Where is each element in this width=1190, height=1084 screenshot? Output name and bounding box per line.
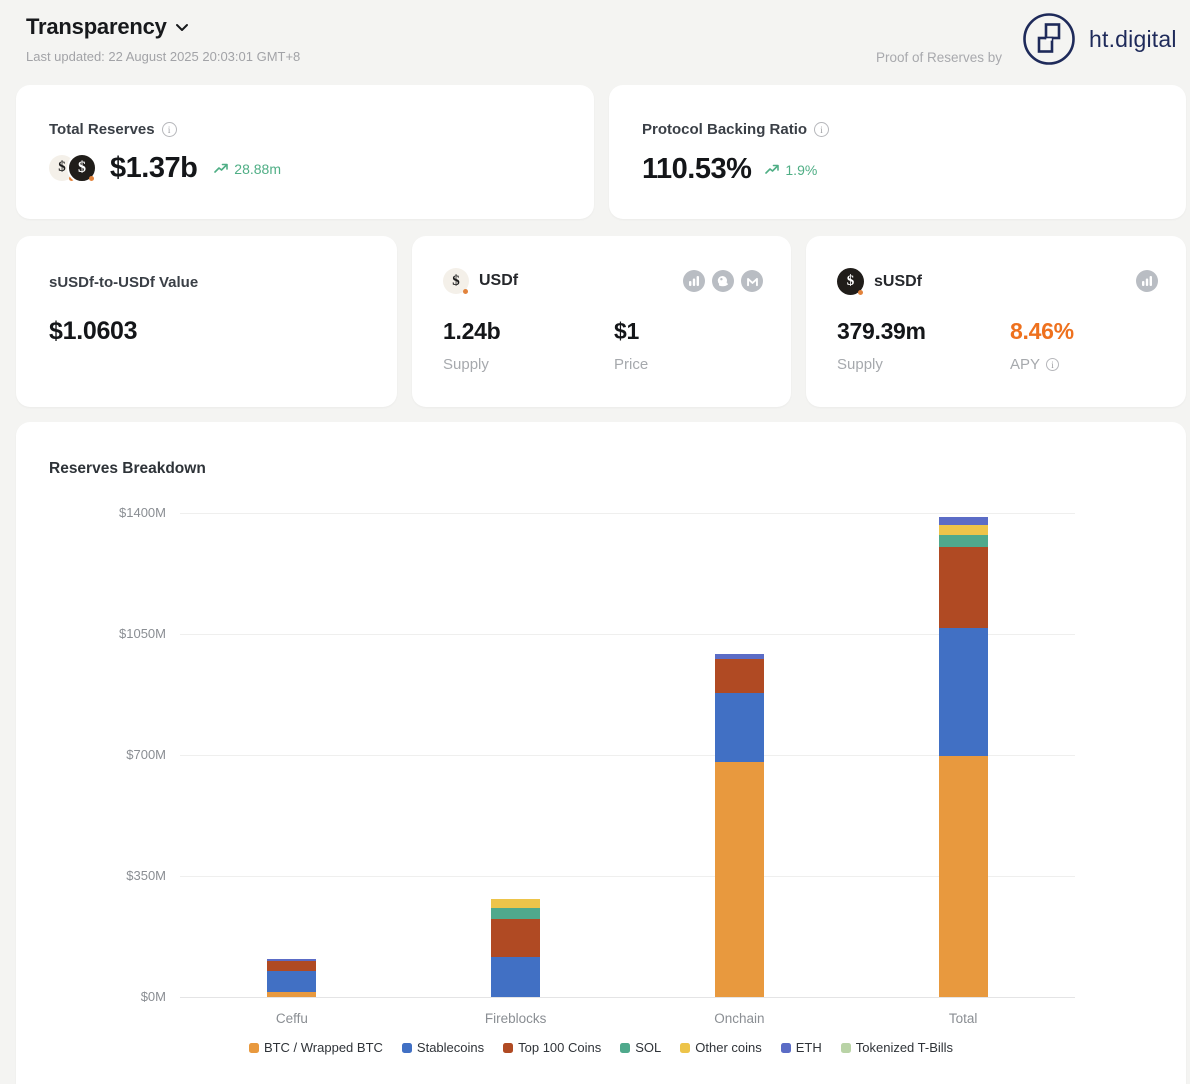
info-icon[interactable] [814, 122, 829, 137]
usdf-card: USDf 1.24b Supply $1 Price [412, 236, 791, 407]
legend-label: Stablecoins [417, 1040, 484, 1055]
backing-ratio-label: Protocol Backing Ratio [642, 121, 807, 138]
susdf-to-usdf-card: sUSDf-to-USDf Value $1.0603 [16, 236, 397, 407]
usdf-token-label: USDf [479, 272, 518, 290]
y-axis-tick-label: $1050M [76, 626, 166, 641]
last-updated-text: Last updated: 22 August 2025 20:03:01 GM… [26, 49, 300, 64]
bar-segment-btc-wrapped-btc [939, 756, 988, 997]
bar-segment-other-coins [491, 899, 540, 908]
susdf-apy-value: 8.46% [1010, 318, 1074, 345]
y-axis-tick-label: $0M [76, 989, 166, 1004]
bar-segment-top-100-coins [491, 919, 540, 957]
usdf-price-value: $1 [614, 318, 639, 345]
bar-segment-eth [939, 517, 988, 525]
stacked-bar-ceffu[interactable] [267, 959, 316, 997]
bar-segment-btc-wrapped-btc [267, 992, 316, 997]
backing-ratio-change: 1.9% [785, 162, 817, 178]
legend-item-top-100-coins[interactable]: Top 100 Coins [503, 1040, 601, 1055]
coingecko-link-icon[interactable] [712, 270, 734, 292]
legend-label: Tokenized T-Bills [856, 1040, 953, 1055]
trend-up-icon [765, 164, 780, 175]
bar-segment-top-100-coins [939, 547, 988, 628]
x-axis-category-label: Fireblocks [485, 1011, 547, 1026]
y-axis-tick-label: $1400M [76, 505, 166, 520]
chart-title: Reserves Breakdown [49, 460, 206, 478]
info-icon[interactable] [1046, 358, 1059, 371]
usdf-supply-value: 1.24b [443, 318, 500, 345]
usdf-coin-icon [443, 268, 469, 294]
legend-swatch [620, 1043, 630, 1053]
susdf-apy-label: APY [1010, 356, 1040, 373]
reserves-breakdown-card [16, 422, 1186, 1084]
bar-segment-other-coins [939, 525, 988, 535]
bar-segment-top-100-coins [715, 659, 764, 693]
ht-digital-logo-icon [1022, 12, 1076, 66]
chevron-down-icon [175, 23, 189, 32]
analytics-link-icon[interactable] [1136, 270, 1158, 292]
susdf-card: sUSDf 379.39m Supply 8.46% APY [806, 236, 1186, 407]
info-icon[interactable] [162, 122, 177, 137]
backing-ratio-value: 110.53% [642, 153, 751, 186]
susdf-supply-label: Supply [837, 356, 883, 373]
legend-item-sol[interactable]: SOL [620, 1040, 661, 1055]
legend-item-tokenized-t-bills[interactable]: Tokenized T-Bills [841, 1040, 953, 1055]
transparency-page: Transparency Last updated: 22 August 202… [0, 0, 1190, 1084]
page-title: Transparency [26, 14, 167, 40]
stacked-bar-total[interactable] [939, 517, 988, 997]
stacked-bar-fireblocks[interactable] [491, 899, 540, 997]
analytics-link-icon[interactable] [683, 270, 705, 292]
bar-segment-stablecoins [491, 957, 540, 997]
brand-name: ht.digital [1089, 26, 1177, 53]
usdf-supply-label: Supply [443, 356, 489, 373]
total-reserves-change: 28.88m [234, 161, 281, 177]
bar-segment-btc-wrapped-btc [715, 762, 764, 997]
x-axis-category-label: Ceffu [276, 1011, 308, 1026]
susdf-token-label: sUSDf [874, 273, 922, 291]
susdf-to-usdf-label: sUSDf-to-USDf Value [49, 274, 198, 291]
susdf-coin-icon [837, 268, 864, 295]
susdf-to-usdf-value: $1.0603 [49, 317, 137, 346]
legend-item-other-coins[interactable]: Other coins [680, 1040, 761, 1055]
legend-swatch [680, 1043, 690, 1053]
x-axis-category-label: Total [949, 1011, 978, 1026]
legend-label: SOL [635, 1040, 661, 1055]
chart-legend: BTC / Wrapped BTC Stablecoins Top 100 Coin… [16, 1040, 1186, 1055]
susdf-supply-value: 379.39m [837, 318, 926, 345]
legend-item-btc-wrapped-btc[interactable]: BTC / Wrapped BTC [249, 1040, 383, 1055]
legend-item-eth[interactable]: ETH [781, 1040, 822, 1055]
total-reserves-card: Total Reserves $1.37b 28.88m [16, 85, 594, 219]
usdf-price-label: Price [614, 356, 648, 373]
legend-swatch [503, 1043, 513, 1053]
legend-swatch [781, 1043, 791, 1053]
legend-label: BTC / Wrapped BTC [264, 1040, 383, 1055]
legend-swatch [841, 1043, 851, 1053]
y-axis-tick-label: $350M [76, 868, 166, 883]
gridline [180, 513, 1075, 514]
y-axis-tick-label: $700M [76, 747, 166, 762]
page-title-dropdown[interactable]: Transparency [26, 14, 189, 40]
legend-label: Other coins [695, 1040, 761, 1055]
stacked-bar-onchain[interactable] [715, 654, 764, 997]
legend-item-stablecoins[interactable]: Stablecoins [402, 1040, 484, 1055]
x-axis-category-label: Onchain [714, 1011, 764, 1026]
bar-segment-top-100-coins [267, 961, 316, 971]
legend-label: Top 100 Coins [518, 1040, 601, 1055]
legend-label: ETH [796, 1040, 822, 1055]
backing-ratio-card: Protocol Backing Ratio 110.53% 1.9% [609, 85, 1186, 219]
bar-segment-stablecoins [715, 693, 764, 762]
susdf-coin-icon [67, 153, 97, 183]
trend-up-icon [214, 163, 229, 174]
proof-of-reserves-text: Proof of Reserves by [876, 50, 1002, 65]
bar-segment-sol [939, 535, 988, 547]
bar-segment-stablecoins [939, 628, 988, 756]
total-reserves-label: Total Reserves [49, 121, 155, 138]
bar-segment-stablecoins [267, 971, 316, 992]
gridline [180, 997, 1075, 998]
coinmarketcap-link-icon[interactable] [741, 270, 763, 292]
total-reserves-value: $1.37b [110, 152, 197, 185]
legend-swatch [249, 1043, 259, 1053]
legend-swatch [402, 1043, 412, 1053]
bar-segment-sol [491, 908, 540, 919]
brand-logo-link[interactable]: ht.digital [1022, 12, 1177, 66]
